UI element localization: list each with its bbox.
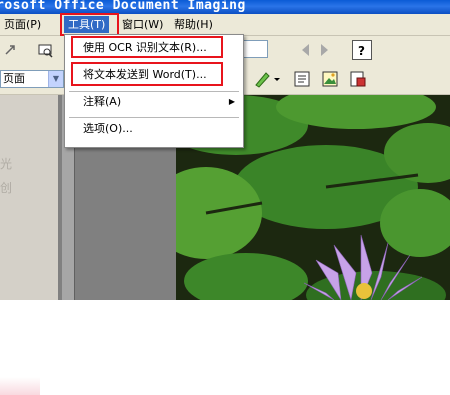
view-mode-value: 页面 bbox=[3, 72, 25, 85]
stamp-icon[interactable] bbox=[348, 69, 368, 89]
send-to-word-highlight bbox=[71, 62, 223, 86]
taskbar-fragment bbox=[0, 377, 40, 395]
next-page-icon[interactable] bbox=[314, 40, 334, 60]
chevron-down-icon: ▼ bbox=[48, 71, 63, 87]
menu-page[interactable]: 页面(P) bbox=[0, 16, 45, 33]
title-bar: rosoft Office Document Imaging bbox=[0, 0, 450, 14]
text-box-icon[interactable] bbox=[292, 69, 312, 89]
submenu-arrow-icon: ▶ bbox=[228, 97, 235, 106]
tools-menu-highlight bbox=[60, 13, 119, 36]
menu-separator bbox=[69, 117, 239, 118]
cursor-icon[interactable] bbox=[2, 40, 22, 60]
insert-picture-icon[interactable] bbox=[320, 69, 340, 89]
menu-item-annotations-label: 注释(A) bbox=[83, 95, 122, 108]
ocr-item-highlight bbox=[71, 36, 223, 58]
thumbnail-ghost-text: 创 bbox=[0, 181, 13, 195]
menu-help[interactable]: 帮助(H) bbox=[170, 16, 217, 33]
thumbnail-pane[interactable]: 光 创 bbox=[0, 95, 58, 300]
view-mode-select[interactable]: 页面 ▼ bbox=[0, 70, 64, 88]
highlighter-icon[interactable] bbox=[252, 69, 272, 89]
menu-window[interactable]: 窗口(W) bbox=[118, 16, 167, 33]
thumbnail-ghost-text: 光 bbox=[0, 157, 13, 171]
help-icon[interactable]: ? bbox=[352, 40, 372, 60]
scan-icon[interactable] bbox=[36, 40, 56, 60]
highlighter-dropdown-icon[interactable] bbox=[272, 69, 282, 89]
menu-item-annotations[interactable]: 注释(A) ▶ bbox=[67, 92, 241, 112]
window-title: rosoft Office Document Imaging bbox=[0, 0, 246, 13]
previous-page-icon[interactable] bbox=[296, 40, 316, 60]
svg-text:?: ? bbox=[358, 44, 365, 58]
menu-item-options[interactable]: 选项(O)... bbox=[67, 119, 241, 139]
